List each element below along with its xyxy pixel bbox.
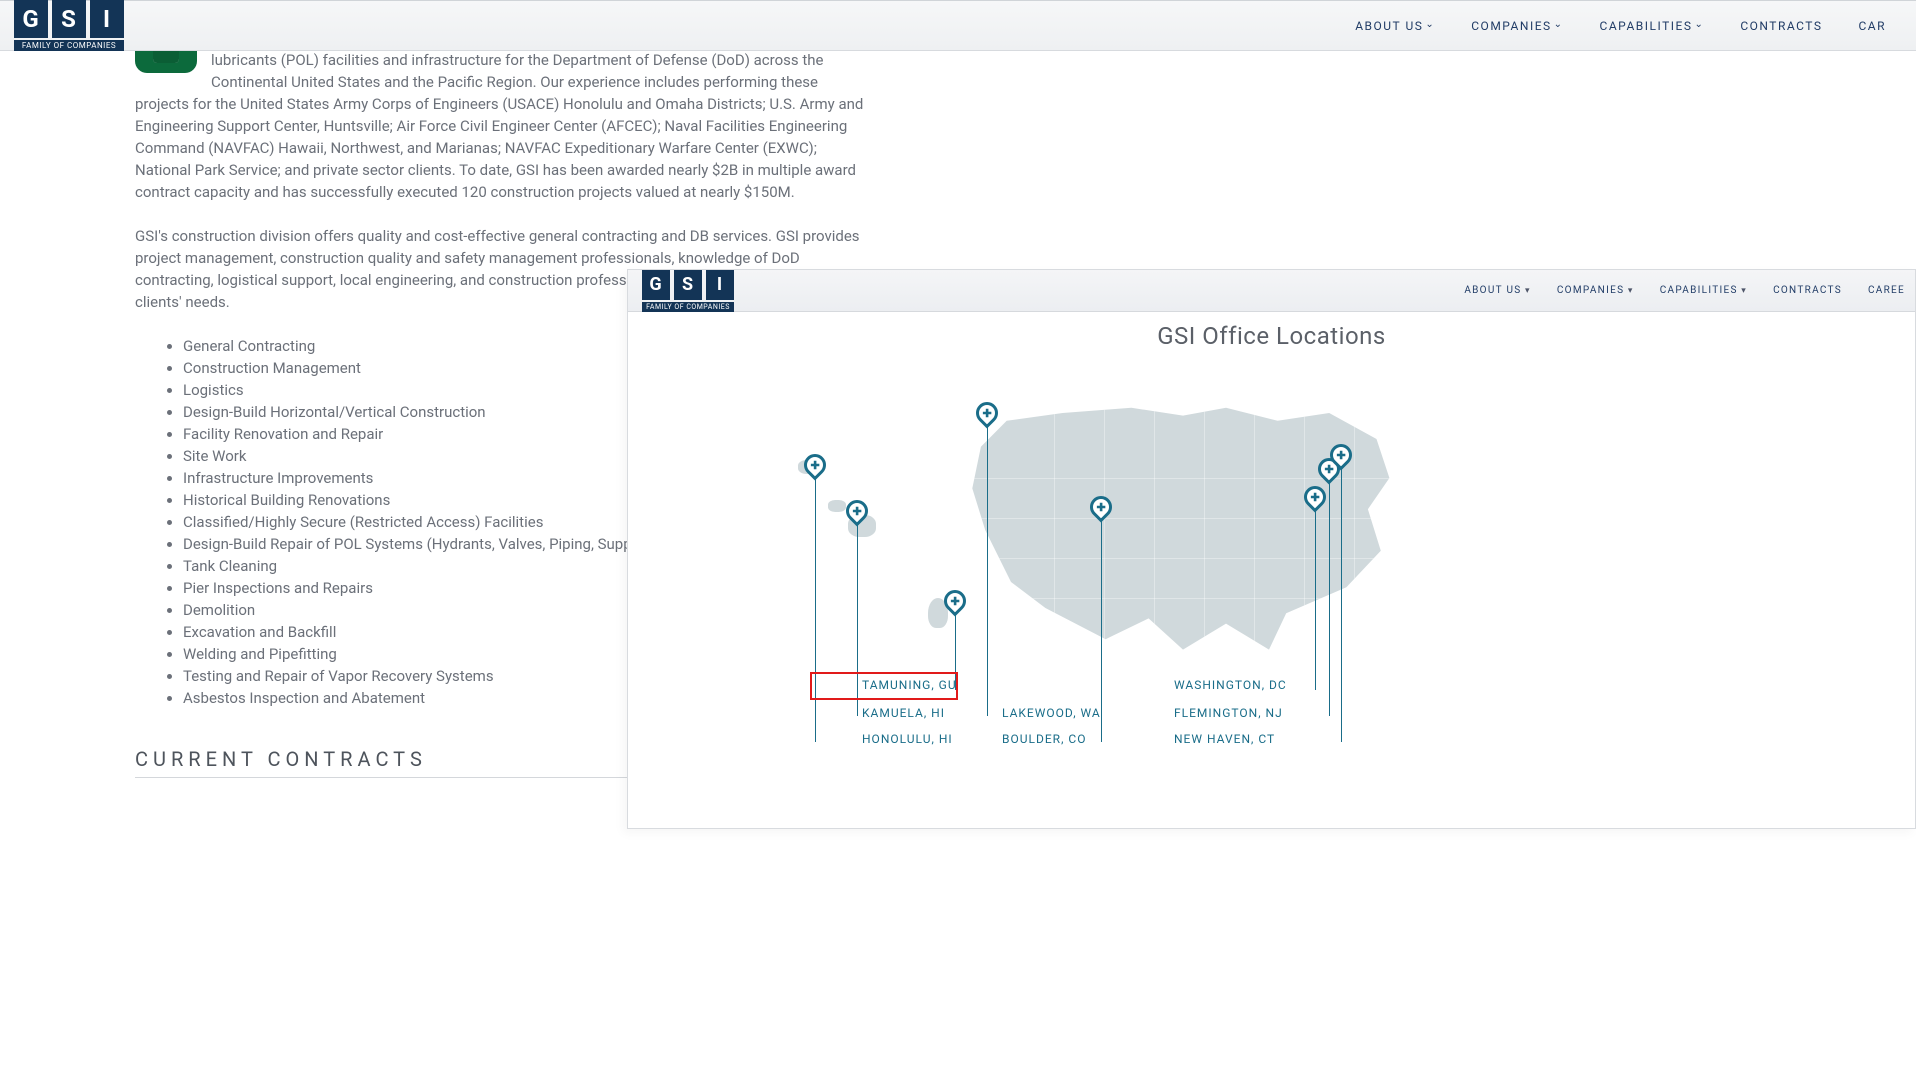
overlay-brand-letter-s: S (674, 270, 702, 300)
nav-contracts[interactable]: CONTRACTS (1740, 19, 1822, 33)
label-tamuning: TAMUNING, GU (862, 678, 957, 692)
nav-careers-cut[interactable]: CAR (1858, 19, 1886, 33)
overlay-brand-letter-i: I (706, 270, 734, 300)
overlay-brand-letter-g: G (642, 270, 670, 300)
overlay-nav-about-us[interactable]: ABOUT US (1464, 285, 1531, 296)
main-sticky-header: G S I FAMILY OF COMPANIES ABOUT US COMPA… (0, 1, 1916, 51)
section-heading-current-contracts: CURRENT CONTRACTS (135, 747, 635, 778)
lead-line (1315, 508, 1316, 690)
overlay-nav-companies[interactable]: COMPANIES (1557, 285, 1634, 296)
map-island-shape (828, 500, 846, 512)
brand-tagline: FAMILY OF COMPANIES (14, 40, 124, 51)
label-lakewood: LAKEWOOD, WA (1002, 706, 1101, 720)
label-washington: WASHINGTON, DC (1174, 678, 1287, 692)
lead-line (1341, 466, 1342, 742)
main-nav: ABOUT US COMPANIES CAPABILITIES CONTRACT… (1355, 19, 1886, 33)
overlay-nav-contracts[interactable]: CONTRACTS (1773, 285, 1842, 296)
lead-line (815, 476, 816, 742)
locations-title: GSI Office Locations (628, 322, 1915, 350)
nav-about-us[interactable]: ABOUT US (1355, 19, 1435, 33)
overlay-brand-tagline: FAMILY OF COMPANIES (642, 302, 734, 312)
brand-logo[interactable]: G S I FAMILY OF COMPANIES (14, 0, 124, 51)
lead-line (987, 424, 988, 716)
map-mainland-shape (968, 400, 1398, 660)
map-stage: TAMUNING, GU KAMUELA, HI HONOLULU, HI LA… (628, 360, 1915, 790)
label-boulder: BOULDER, CO (1002, 732, 1086, 746)
lead-line (1101, 518, 1102, 742)
lead-line (1329, 480, 1330, 716)
overlay-nav: ABOUT US COMPANIES CAPABILITIES CONTRACT… (1464, 285, 1905, 296)
label-kamuela: KAMUELA, HI (862, 706, 945, 720)
brand-letter-g: G (14, 0, 48, 38)
brand-letter-s: S (52, 0, 86, 38)
label-newhaven: NEW HAVEN, CT (1174, 732, 1275, 746)
overlay-sticky-header: G S I FAMILY OF COMPANIES ABOUT US COMPA… (628, 270, 1915, 312)
label-honolulu: HONOLULU, HI (862, 732, 953, 746)
nav-companies[interactable]: COMPANIES (1471, 19, 1563, 33)
nav-capabilities[interactable]: CAPABILITIES (1600, 19, 1705, 33)
locations-overlay: G S I FAMILY OF COMPANIES ABOUT US COMPA… (627, 269, 1916, 829)
brand-logo-blocks: G S I (14, 0, 124, 38)
overlay-brand-logo[interactable]: G S I FAMILY OF COMPANIES (642, 270, 734, 312)
label-flemington: FLEMINGTON, NJ (1174, 706, 1283, 720)
overlay-nav-careers-cut[interactable]: CAREE (1868, 285, 1905, 296)
brand-letter-i: I (90, 0, 124, 38)
page-root: G S I FAMILY OF COMPANIES ABOUT US COMPA… (0, 0, 1916, 1082)
overlay-brand-blocks: G S I (642, 270, 734, 300)
overlay-nav-capabilities[interactable]: CAPABILITIES (1660, 285, 1747, 296)
